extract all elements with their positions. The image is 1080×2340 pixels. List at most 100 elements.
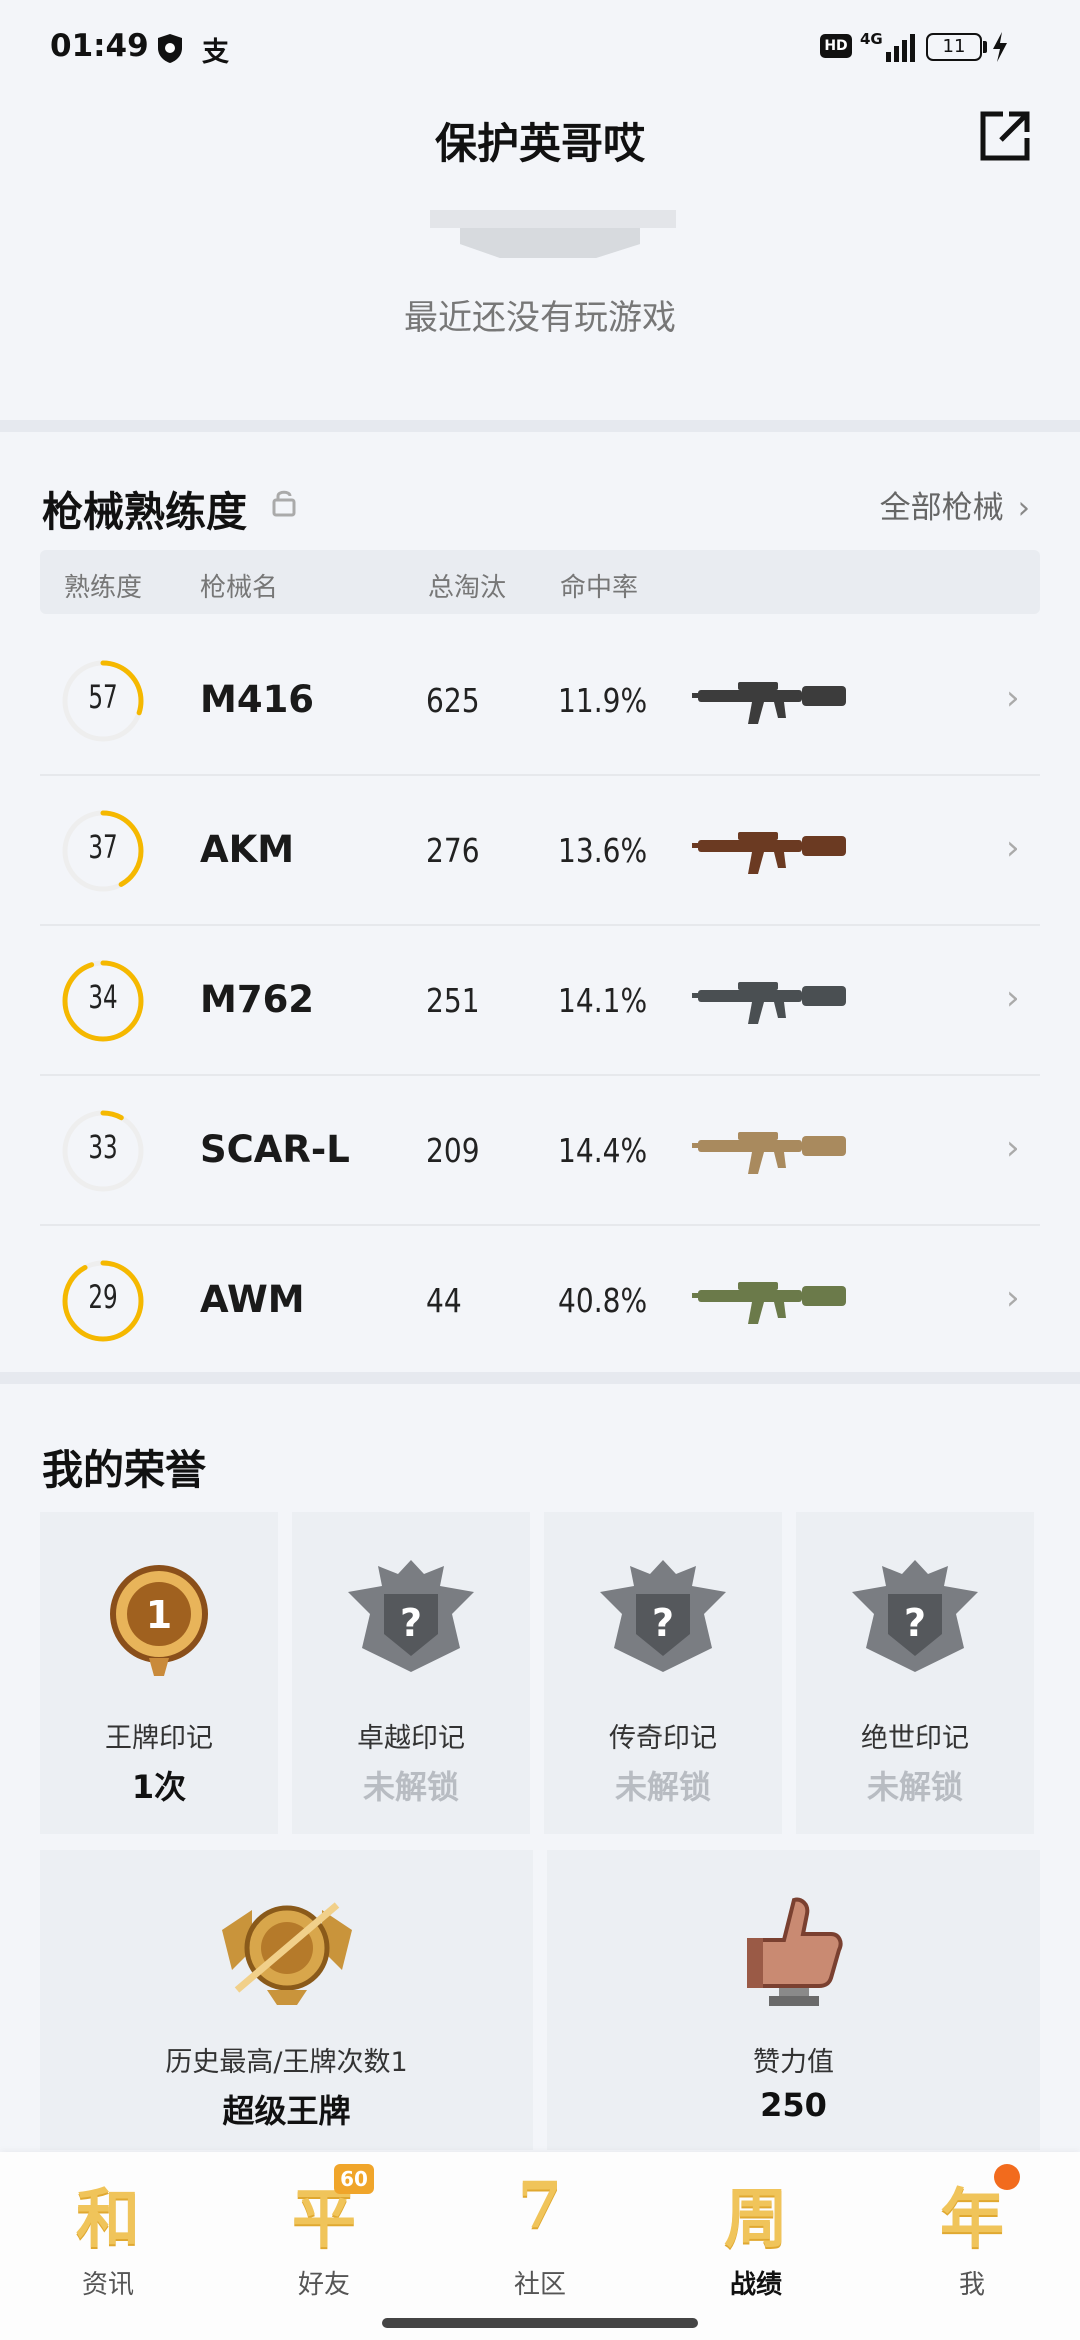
weapon-name: M416	[200, 678, 315, 721]
ace-medal-icon: 1	[110, 1565, 208, 1676]
honor-card[interactable]: ? 绝世印记未解锁	[796, 1512, 1034, 1834]
alipay-icon: 支	[202, 37, 229, 68]
nav-item[interactable]: 7 社区	[432, 2152, 648, 2340]
home-indicator[interactable]	[382, 2318, 698, 2328]
weapon-name: M762	[200, 978, 315, 1021]
likes-value: 250	[760, 2086, 827, 2124]
weapon-name: AKM	[200, 828, 295, 871]
nav-item[interactable]: 年我	[864, 2152, 1080, 2340]
highest-rank-value: 超级王牌	[222, 2092, 351, 2130]
highest-rank-label: 历史最高/王牌次数1	[165, 2047, 408, 2078]
all-weapons-label: 全部枪械	[879, 490, 1004, 526]
empty-illustration	[430, 210, 676, 258]
likes-label: 赞力值	[753, 2047, 834, 2078]
locked-medal-icon: ?	[600, 1560, 726, 1672]
hd-badge: HD	[820, 34, 852, 58]
nav-icon: 周	[724, 2182, 788, 2257]
weapon-hit-rate: 40.8%	[558, 1281, 648, 1320]
honor-label: 卓越印记	[357, 1723, 465, 1754]
honor-card[interactable]: 1 王牌印记 1次	[40, 1512, 278, 1834]
honor-card[interactable]: ? 卓越印记未解锁	[292, 1512, 530, 1834]
all-weapons-link[interactable]: 全部枪械 ›	[880, 482, 1030, 527]
weapon-kills: 276	[426, 831, 480, 870]
nav-label: 战绩	[729, 2270, 782, 2300]
honor-value: 未解锁	[866, 1768, 963, 1806]
weapon-image	[692, 982, 846, 1024]
weapon-name: AWM	[200, 1278, 305, 1321]
weapon-hit-rate: 14.4%	[558, 1131, 648, 1170]
chevron-right-icon: ›	[1006, 1278, 1020, 1318]
weapons-section-title: 枪械熟练度	[42, 488, 247, 536]
nav-label: 好友	[297, 2270, 350, 2300]
mastery-level: 37	[88, 828, 118, 866]
chevron-right-icon: ›	[1006, 978, 1020, 1018]
nav-item[interactable]: 平好友 60	[216, 2152, 432, 2340]
weapon-image	[692, 1282, 846, 1324]
nav-badge: 60	[334, 2164, 374, 2194]
charge-icon	[990, 31, 1010, 67]
weapon-image	[692, 682, 846, 724]
honor-label: 绝世印记	[861, 1723, 969, 1754]
column-total-kills: 总淘汰	[428, 573, 507, 603]
weapon-row[interactable]: 37 AKM 276 13.6% ›	[40, 776, 1040, 926]
weapon-image	[692, 1132, 846, 1174]
thumbs-up-trophy-icon	[739, 1890, 849, 2014]
weapon-hit-rate: 14.1%	[558, 981, 648, 1020]
nav-item[interactable]: 周战绩	[648, 2152, 864, 2340]
empty-state-text: 最近还没有玩游戏	[404, 298, 676, 338]
weapon-row[interactable]: 57 M416 625 11.9% ›	[40, 626, 1040, 776]
honor-value: 1次	[131, 1768, 187, 1806]
honor-card[interactable]: ? 传奇印记 未解锁	[544, 1512, 782, 1834]
share-external-icon	[980, 111, 1030, 161]
chevron-right-icon: ›	[1006, 678, 1020, 718]
weapon-hit-rate: 13.6%	[558, 831, 648, 870]
weapon-row[interactable]: 33 SCAR-L 209 14.4% ›	[40, 1076, 1040, 1226]
weapon-name: SCAR-L	[200, 1128, 350, 1171]
chevron-right-icon: ›	[1017, 490, 1030, 526]
section-divider	[0, 1372, 1080, 1384]
nav-label: 资讯	[81, 2270, 134, 2300]
status-time: 01:49	[50, 28, 149, 64]
mastery-level: 29	[88, 1278, 118, 1316]
mastery-level: 34	[88, 978, 118, 1016]
medal-glyph: 1	[146, 1593, 172, 1637]
honor-value: 未解锁	[362, 1768, 459, 1806]
honors-section-title: 我的荣誉	[42, 1446, 206, 1494]
weapon-row[interactable]: 29 AWM 44 40.8% ›	[40, 1226, 1040, 1376]
nav-label: 社区	[513, 2270, 566, 2300]
shield-icon	[155, 32, 185, 68]
ace-rank-badge-icon	[212, 1890, 362, 2014]
signal-icon	[872, 32, 916, 66]
chevron-right-icon: ›	[1006, 1128, 1020, 1168]
weapon-row[interactable]: 34 M762 251 14.1% ›	[40, 926, 1040, 1076]
nav-icon: 7	[517, 2168, 563, 2243]
medal-glyph: ?	[904, 1601, 926, 1645]
bottom-nav: 和资讯平好友 60 7 社区周战绩年我	[0, 2152, 1080, 2340]
chevron-right-icon: ›	[1006, 828, 1020, 868]
weapon-image	[692, 832, 846, 874]
locked-medal-icon: ?	[852, 1560, 978, 1672]
medal-glyph: ?	[400, 1601, 422, 1645]
lock-icon[interactable]	[270, 488, 298, 522]
nav-icon: 和	[76, 2182, 140, 2257]
share-button[interactable]	[975, 106, 1035, 166]
column-hit-rate: 命中率	[560, 573, 639, 603]
battery-cap	[983, 41, 987, 53]
medal-glyph: ?	[652, 1601, 674, 1645]
section-divider	[0, 420, 1080, 432]
weapon-kills: 251	[426, 981, 480, 1020]
weapon-kills: 44	[426, 1281, 462, 1320]
weapon-hit-rate: 11.9%	[558, 681, 648, 720]
nav-item[interactable]: 和资讯	[0, 2152, 216, 2340]
locked-medal-icon: ?	[348, 1560, 474, 1672]
weapon-kills: 209	[426, 1131, 480, 1170]
column-weapon-name: 枪械名	[200, 573, 279, 603]
mastery-level: 33	[88, 1128, 118, 1166]
highest-rank-card[interactable]: 历史最高/王牌次数1 超级王牌	[40, 1850, 533, 2150]
notification-dot	[994, 2164, 1020, 2190]
likes-card[interactable]: 赞力值 250	[547, 1850, 1040, 2150]
weapons-table-header: 熟练度 枪械名 总淘汰 命中率	[40, 550, 1040, 614]
honor-label: 王牌印记	[105, 1723, 213, 1754]
page-title: 保护英哥哎	[434, 119, 645, 168]
nav-label: 我	[958, 2270, 985, 2300]
